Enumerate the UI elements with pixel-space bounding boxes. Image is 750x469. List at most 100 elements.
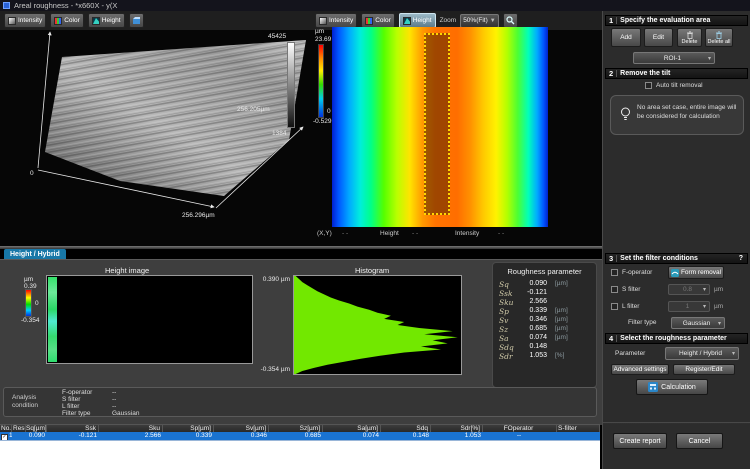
center-view-toolbar: Intensity Color Height Zoom 50%(Fit)▼ <box>315 13 518 28</box>
help-icon[interactable]: ? <box>739 255 743 262</box>
status-xy-value: - - <box>342 230 348 237</box>
app-icon <box>3 2 10 9</box>
height-image-title: Height image <box>105 266 149 275</box>
param-unit: [µm] <box>555 316 568 323</box>
tab-height-hybrid[interactable]: Height / Hybrid <box>4 249 66 259</box>
cond-name: L filter <box>62 403 79 410</box>
filter-type-select[interactable]: Gaussian▾ <box>671 317 725 329</box>
s-filter-unit: µm <box>714 286 723 293</box>
param-value: 0.339 <box>513 307 547 314</box>
magnifier-icon <box>506 16 515 25</box>
cell <box>557 432 600 440</box>
section1-header: 1 Specify the evaluation area <box>605 15 748 26</box>
delete-all-button[interactable]: Delete all <box>705 28 733 47</box>
param-unit: [µm] <box>555 334 568 341</box>
param-unit: [%] <box>555 352 564 359</box>
param-name: Sku <box>499 298 514 307</box>
section4-header: 4 Select the roughness parameter <box>605 333 748 344</box>
intensity-button-center[interactable]: Intensity <box>315 13 357 28</box>
status-height-value: - - <box>412 230 418 237</box>
auto-tilt-label: Auto tilt removal <box>656 82 703 89</box>
l-filter-label: L filter <box>622 303 639 310</box>
lightbulb-icon <box>620 107 631 123</box>
delete-button[interactable]: Delete <box>677 28 702 47</box>
parameter-label: Parameter <box>615 350 645 357</box>
status-height-label: Height <box>380 230 399 237</box>
hi-scale-zero: 0 <box>35 300 39 307</box>
chevron-down-icon: ▾ <box>703 303 706 310</box>
zoom-select[interactable]: 50%(Fit)▼ <box>460 14 499 28</box>
param-value: 0.346 <box>513 316 547 323</box>
param-unit: [µm] <box>555 280 568 287</box>
cell: 1.053 <box>431 432 483 440</box>
histogram-canvas[interactable] <box>293 275 462 375</box>
add-button[interactable]: Add <box>611 28 641 47</box>
form-removal-button[interactable]: Form removal <box>668 266 724 279</box>
color-icon <box>365 17 373 25</box>
histogram-title: Histogram <box>355 266 389 275</box>
3d-axis-right-label: 256.205µm <box>237 106 270 113</box>
param-value: 0.148 <box>513 343 547 350</box>
height-button-center[interactable]: Height <box>399 13 436 28</box>
height-image-canvas[interactable] <box>46 275 253 364</box>
param-value: 0.074 <box>513 334 547 341</box>
param-name: Ssk <box>499 289 513 298</box>
histogram-min-label: -0.354 µm <box>254 366 290 373</box>
calculation-button[interactable]: Calculation <box>636 379 708 395</box>
roi-evaluation-rectangle[interactable] <box>424 33 450 215</box>
parameter-select[interactable]: Height / Hybrid▾ <box>665 347 739 360</box>
register-edit-button[interactable]: Register/Edit <box>673 364 735 375</box>
cond-name: S filter <box>62 396 80 403</box>
f-operator-checkbox[interactable] <box>611 269 618 276</box>
cancel-button[interactable]: Cancel <box>676 433 723 449</box>
param-unit: [µm] <box>555 325 568 332</box>
cube-3d-icon <box>132 16 141 25</box>
filter-type-label: Filter type <box>628 319 657 326</box>
create-report-button[interactable]: Create report <box>613 433 667 449</box>
height-icon <box>403 17 411 25</box>
areal-roughness-window: Areal roughness - *x660X - y(X Intensity… <box>0 0 750 469</box>
auto-tilt-checkbox[interactable] <box>645 82 652 89</box>
panel-divider <box>603 422 750 424</box>
zoom-label: Zoom <box>440 17 457 24</box>
cell: 0.339 <box>163 432 214 440</box>
3d-colorbar-min: 1384 <box>272 130 286 137</box>
status-xy-label: (X,Y) <box>317 230 332 237</box>
height-icon <box>92 17 100 25</box>
cv-scale-unit: µm <box>315 28 324 35</box>
section3-header: 3 Set the filter conditions ? <box>605 253 748 264</box>
section2-header: 2 Remove the tilt <box>605 68 748 79</box>
param-name: Sdq <box>499 343 514 352</box>
param-name: Sp <box>499 307 509 316</box>
condition-label-2: condition <box>12 402 38 409</box>
l-filter-checkbox[interactable] <box>611 303 618 310</box>
surface-3d-view[interactable] <box>0 25 312 247</box>
results-list-area[interactable] <box>0 440 600 469</box>
result-row-1[interactable]: ✓1 0.090 -0.121 2.566 0.339 0.346 0.685 … <box>0 432 600 440</box>
histogram-max-label: 0.390 µm <box>256 276 290 283</box>
status-intensity-label: Intensity <box>455 230 479 237</box>
analysis-condition-box: Analysis condition F-operator-- S filter… <box>3 387 597 417</box>
l-filter-select[interactable]: 1▾ <box>668 301 710 312</box>
s-filter-select[interactable]: 0.8▾ <box>668 284 710 295</box>
trash-all-icon <box>715 31 724 39</box>
cell: 0.346 <box>214 432 269 440</box>
status-intensity-value: - - <box>498 230 504 237</box>
advanced-settings-button[interactable]: Advanced settings <box>611 364 669 375</box>
cell: -- <box>483 432 557 440</box>
cv-scale-zero: 0 <box>327 108 331 115</box>
cv-scale-min: -0.529 <box>313 118 331 125</box>
cell: 0.685 <box>269 432 323 440</box>
roi-select[interactable]: ROI-1▾ <box>633 52 715 64</box>
cv-rainbow-colorbar <box>318 44 324 118</box>
f-operator-label: F-operator <box>622 269 652 276</box>
hi-rainbow-colorbar <box>25 289 32 317</box>
cv-scale-max: 23.69 <box>315 36 331 43</box>
s-filter-checkbox[interactable] <box>611 286 618 293</box>
window-title: Areal roughness - *x660X - y(X <box>14 1 117 10</box>
edit-button[interactable]: Edit <box>644 28 673 47</box>
height-image-strip <box>48 277 57 362</box>
param-value: -0.121 <box>513 289 547 296</box>
magnifier-button[interactable] <box>503 13 518 28</box>
color-button-center[interactable]: Color <box>361 13 395 28</box>
